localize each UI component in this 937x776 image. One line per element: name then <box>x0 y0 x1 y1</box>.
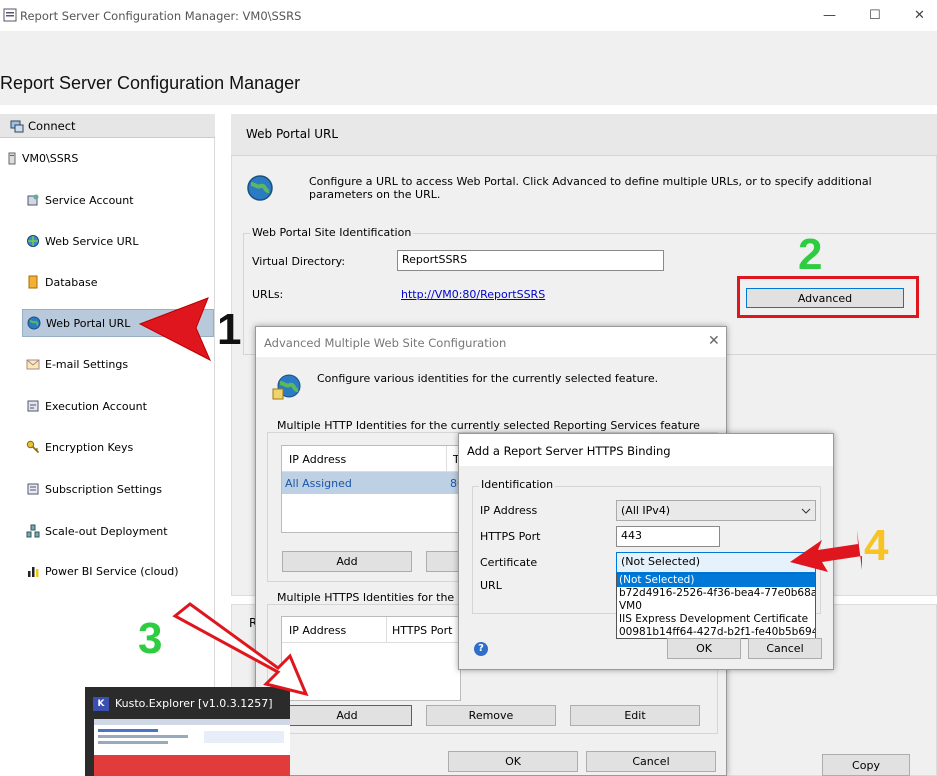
annotation-arrow-4 <box>790 530 862 572</box>
annotation-arrow-3 <box>172 602 309 697</box>
app-window: Report Server Configuration Manager: VM0… <box>0 0 937 776</box>
annotation-number-4: 4 <box>864 521 889 570</box>
annotation-number-2: 2 <box>798 230 823 279</box>
annotation-number-3: 3 <box>138 614 163 663</box>
annotation-arrow-1 <box>138 297 212 362</box>
annotation-number-1: 1 <box>217 305 242 354</box>
